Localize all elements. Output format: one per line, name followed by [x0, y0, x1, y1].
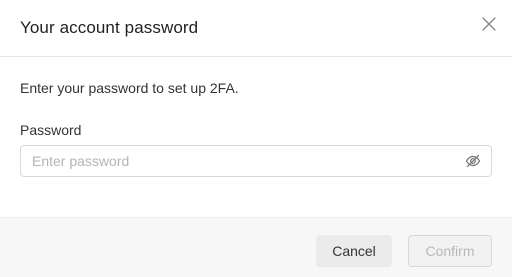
close-icon	[482, 17, 496, 31]
cancel-button[interactable]: Cancel	[316, 235, 392, 267]
toggle-password-visibility-button[interactable]	[464, 152, 482, 170]
dialog-description: Enter your password to set up 2FA.	[20, 80, 239, 96]
confirm-button[interactable]: Confirm	[408, 235, 492, 267]
eye-off-icon	[465, 154, 481, 168]
password-field	[20, 145, 492, 177]
dialog-body: Enter your password to set up 2FA. Passw…	[0, 57, 512, 217]
dialog-footer: Cancel Confirm	[0, 217, 512, 277]
dialog-header: Your account password	[0, 0, 512, 57]
password-input[interactable]	[21, 146, 461, 176]
password-dialog: Your account password Enter your passwor…	[0, 0, 512, 277]
dialog-title: Your account password	[20, 18, 199, 37]
close-button[interactable]	[478, 13, 500, 35]
password-label: Password	[20, 122, 82, 138]
